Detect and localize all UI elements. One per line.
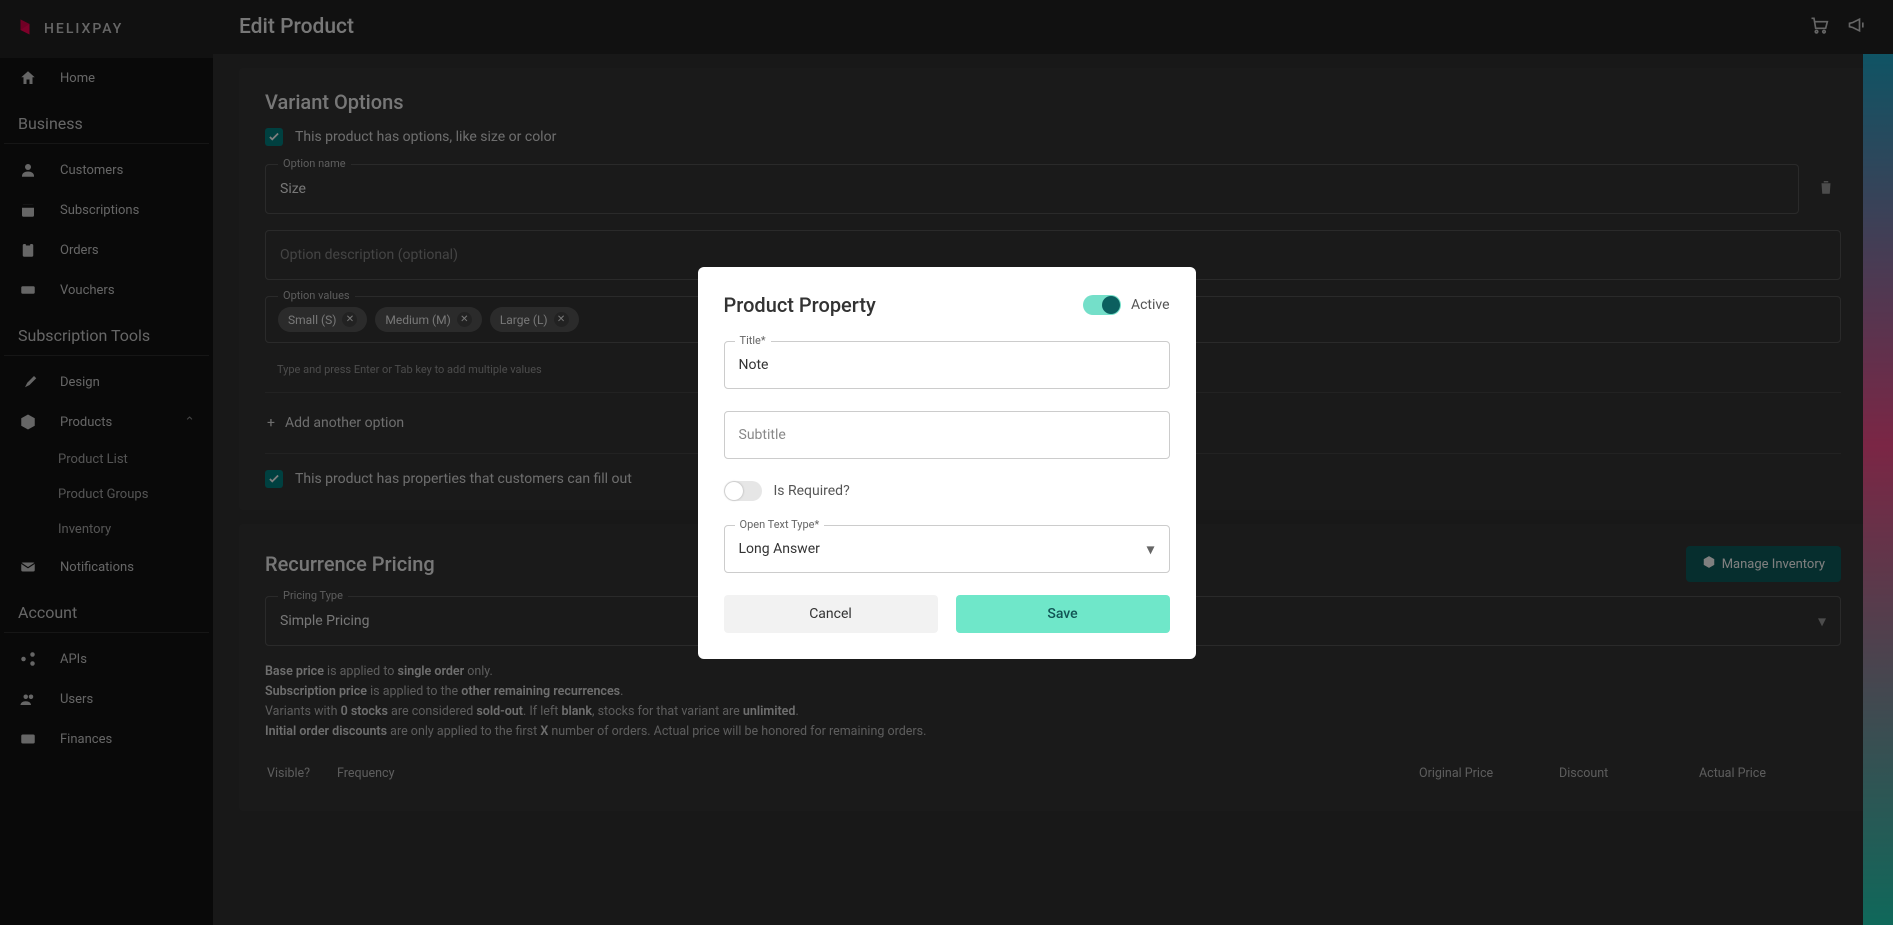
open-text-type-field[interactable]: Open Text Type* ▾ — [724, 525, 1170, 573]
save-button[interactable]: Save — [956, 595, 1170, 633]
modal-overlay[interactable]: Product Property Active Title* Is Requir… — [0, 0, 1893, 925]
field-label: Open Text Type* — [735, 518, 825, 531]
subtitle-field[interactable] — [724, 411, 1170, 459]
required-toggle[interactable] — [724, 481, 762, 501]
modal-title: Product Property — [724, 293, 876, 317]
title-field[interactable]: Title* — [724, 341, 1170, 389]
required-label: Is Required? — [774, 483, 850, 499]
active-toggle[interactable] — [1083, 295, 1121, 315]
open-text-type-select[interactable] — [725, 526, 1169, 572]
product-property-modal: Product Property Active Title* Is Requir… — [698, 267, 1196, 659]
cancel-button[interactable]: Cancel — [724, 595, 938, 633]
title-input[interactable] — [725, 342, 1169, 388]
subtitle-input[interactable] — [725, 412, 1169, 458]
active-label: Active — [1131, 297, 1170, 313]
field-label: Title* — [735, 334, 771, 347]
